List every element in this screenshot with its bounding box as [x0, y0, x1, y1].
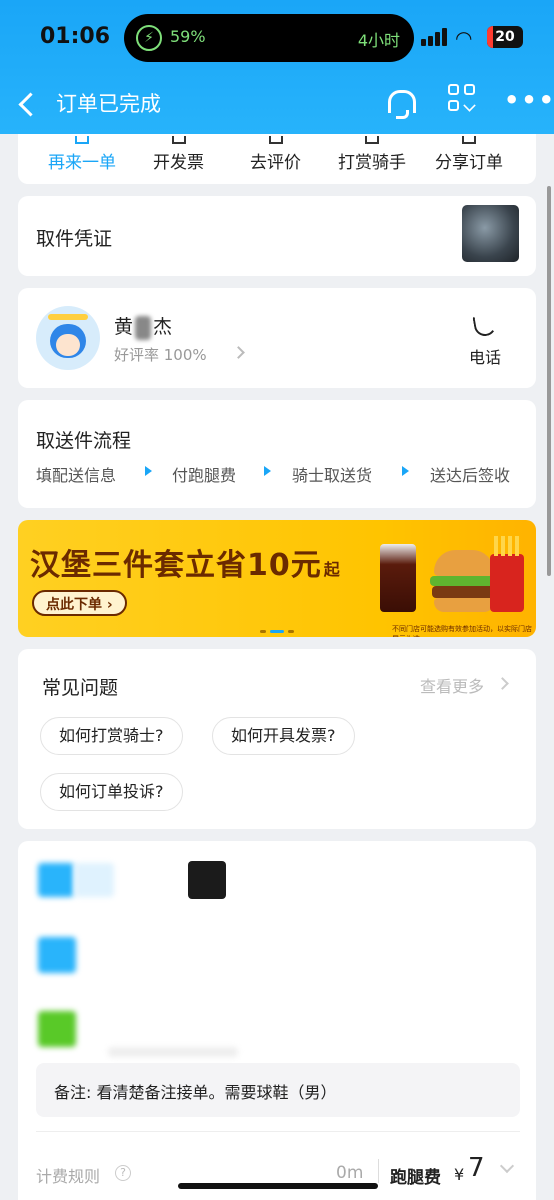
arrow-right-icon	[264, 466, 271, 476]
share-order-label: 分享订单	[435, 153, 503, 173]
fee-rule-link[interactable]: 计费规则	[36, 1163, 100, 1187]
arrow-right-icon	[145, 466, 152, 476]
review-button[interactable]: 去评价	[250, 136, 301, 173]
order-note: 备注: 看清楚备注接单。需要球鞋（男）	[36, 1063, 520, 1117]
burger-bun	[434, 598, 494, 612]
rider-name-first: 黄	[114, 316, 134, 338]
page-title: 订单已完成	[56, 92, 161, 116]
banner-order-button[interactable]: 点此下单 ›	[32, 590, 127, 616]
signal-icon	[421, 28, 447, 46]
order-actions: 再来一单 开发票 去评价 打赏骑手 分享订单	[18, 134, 536, 184]
order-detail-card: 备注: 看清楚备注接单。需要球鞋（男） 计费规则 ? 0m 跑腿费 ¥ 7	[18, 841, 536, 1200]
chevron-right-icon	[232, 346, 245, 359]
home-indicator[interactable]	[178, 1183, 378, 1189]
rider-rating[interactable]: 好评率 100%	[114, 344, 207, 365]
mini-program-icon[interactable]	[448, 84, 478, 114]
tip-rider-label: 打赏骑手	[338, 153, 406, 173]
faq-more-link[interactable]: 查看更多	[420, 673, 484, 697]
invoice-label: 开发票	[153, 153, 204, 173]
currency-symbol: ¥	[454, 1165, 465, 1184]
flow-step: 填配送信息	[36, 466, 117, 485]
cola-image	[380, 544, 416, 612]
pickup-proof-photo[interactable]	[462, 205, 519, 262]
battery-percent: 59%	[170, 27, 206, 46]
flow-step: 骑士取送货	[292, 466, 373, 485]
top-app-bar: 01:06 ⚡ 59% 4小时 ◠ 20 订单已完成 •••	[0, 0, 554, 134]
redacted-block	[38, 937, 76, 973]
faq-title: 常见问题	[42, 677, 119, 699]
question-icon[interactable]: ?	[115, 1165, 131, 1181]
order-note-text: 备注: 看清楚备注接单。需要球鞋（男）	[54, 1083, 337, 1102]
faq-chip[interactable]: 如何打赏骑士?	[40, 717, 183, 755]
dynamic-island: ⚡ 59% 4小时	[124, 14, 414, 62]
banner-headline-suffix: 起	[323, 560, 341, 579]
redacted-block	[38, 863, 74, 897]
review-label: 去评价	[250, 153, 301, 173]
burger-lettuce	[430, 576, 498, 586]
faq-chip[interactable]: 如何开具发票?	[212, 717, 355, 755]
back-icon[interactable]	[16, 90, 38, 120]
phone-icon[interactable]	[472, 312, 498, 338]
banner-headline: 汉堡三件套立省10元起	[30, 540, 341, 584]
reorder-label: 再来一单	[48, 153, 116, 173]
fee-name: 跑腿费	[390, 1168, 441, 1188]
redacted-block	[38, 1011, 76, 1047]
redacted-block	[74, 863, 114, 897]
flow-title: 取送件流程	[36, 430, 132, 452]
distance-value: 0m	[336, 1163, 364, 1183]
fries-image	[490, 536, 524, 612]
arrow-right-icon	[402, 466, 409, 476]
banner-fineprint: 不同门店可能选购有效参加活动，以实际门店展示为准	[392, 625, 532, 637]
reorder-button[interactable]: 再来一单	[48, 136, 116, 173]
flow-step: 送达后签收	[430, 466, 511, 485]
divider	[378, 1159, 379, 1183]
carousel-indicator	[260, 618, 298, 637]
pickup-proof-label: 取件凭证	[36, 228, 113, 250]
battery-icon: 20	[487, 26, 523, 48]
status-time: 01:06	[40, 24, 111, 49]
rider-name-last: 杰	[153, 316, 173, 338]
banner-headline-text: 汉堡三件套立省10元	[30, 548, 322, 583]
burger-patty	[432, 586, 496, 598]
phone-label[interactable]: 电话	[469, 344, 501, 368]
bolt-icon: ⚡	[136, 25, 162, 51]
chevron-down-icon[interactable]	[499, 1158, 515, 1174]
pickup-proof-card[interactable]: 取件凭证	[18, 196, 536, 276]
tip-rider-button[interactable]: 打赏骑手	[338, 136, 406, 173]
wifi-icon: ◠	[455, 26, 473, 50]
delivery-flow-card: 取送件流程 填配送信息 付跑腿费 骑士取送货 送达后签收	[18, 400, 536, 508]
share-order-button[interactable]: 分享订单	[435, 136, 503, 173]
avatar	[36, 306, 100, 370]
headset-icon[interactable]	[384, 86, 416, 119]
divider	[36, 1131, 520, 1132]
redacted-block	[188, 861, 226, 899]
rider-card: 黄杰 好评率 100% 电话	[18, 288, 536, 388]
promo-banner[interactable]: 汉堡三件套立省10元起 点此下单 › 不同门店可能选购有效参加活动，以实际门店展…	[18, 520, 536, 637]
redaction-blur	[135, 315, 152, 340]
invoice-button[interactable]: 开发票	[153, 136, 204, 173]
chevron-right-icon	[496, 677, 509, 690]
scrollbar[interactable]	[547, 186, 551, 576]
faq-chip[interactable]: 如何订单投诉?	[40, 773, 183, 811]
faq-card: 常见问题 查看更多 如何打赏骑士? 如何开具发票? 如何订单投诉?	[18, 649, 536, 829]
redacted-block	[108, 1047, 238, 1057]
fee-value: 7	[468, 1153, 485, 1183]
rider-name[interactable]: 黄杰	[114, 312, 172, 340]
battery-hours: 4小时	[357, 31, 400, 50]
burger-image	[434, 550, 494, 576]
more-icon[interactable]: •••	[504, 86, 554, 114]
flow-step: 付跑腿费	[172, 466, 237, 485]
